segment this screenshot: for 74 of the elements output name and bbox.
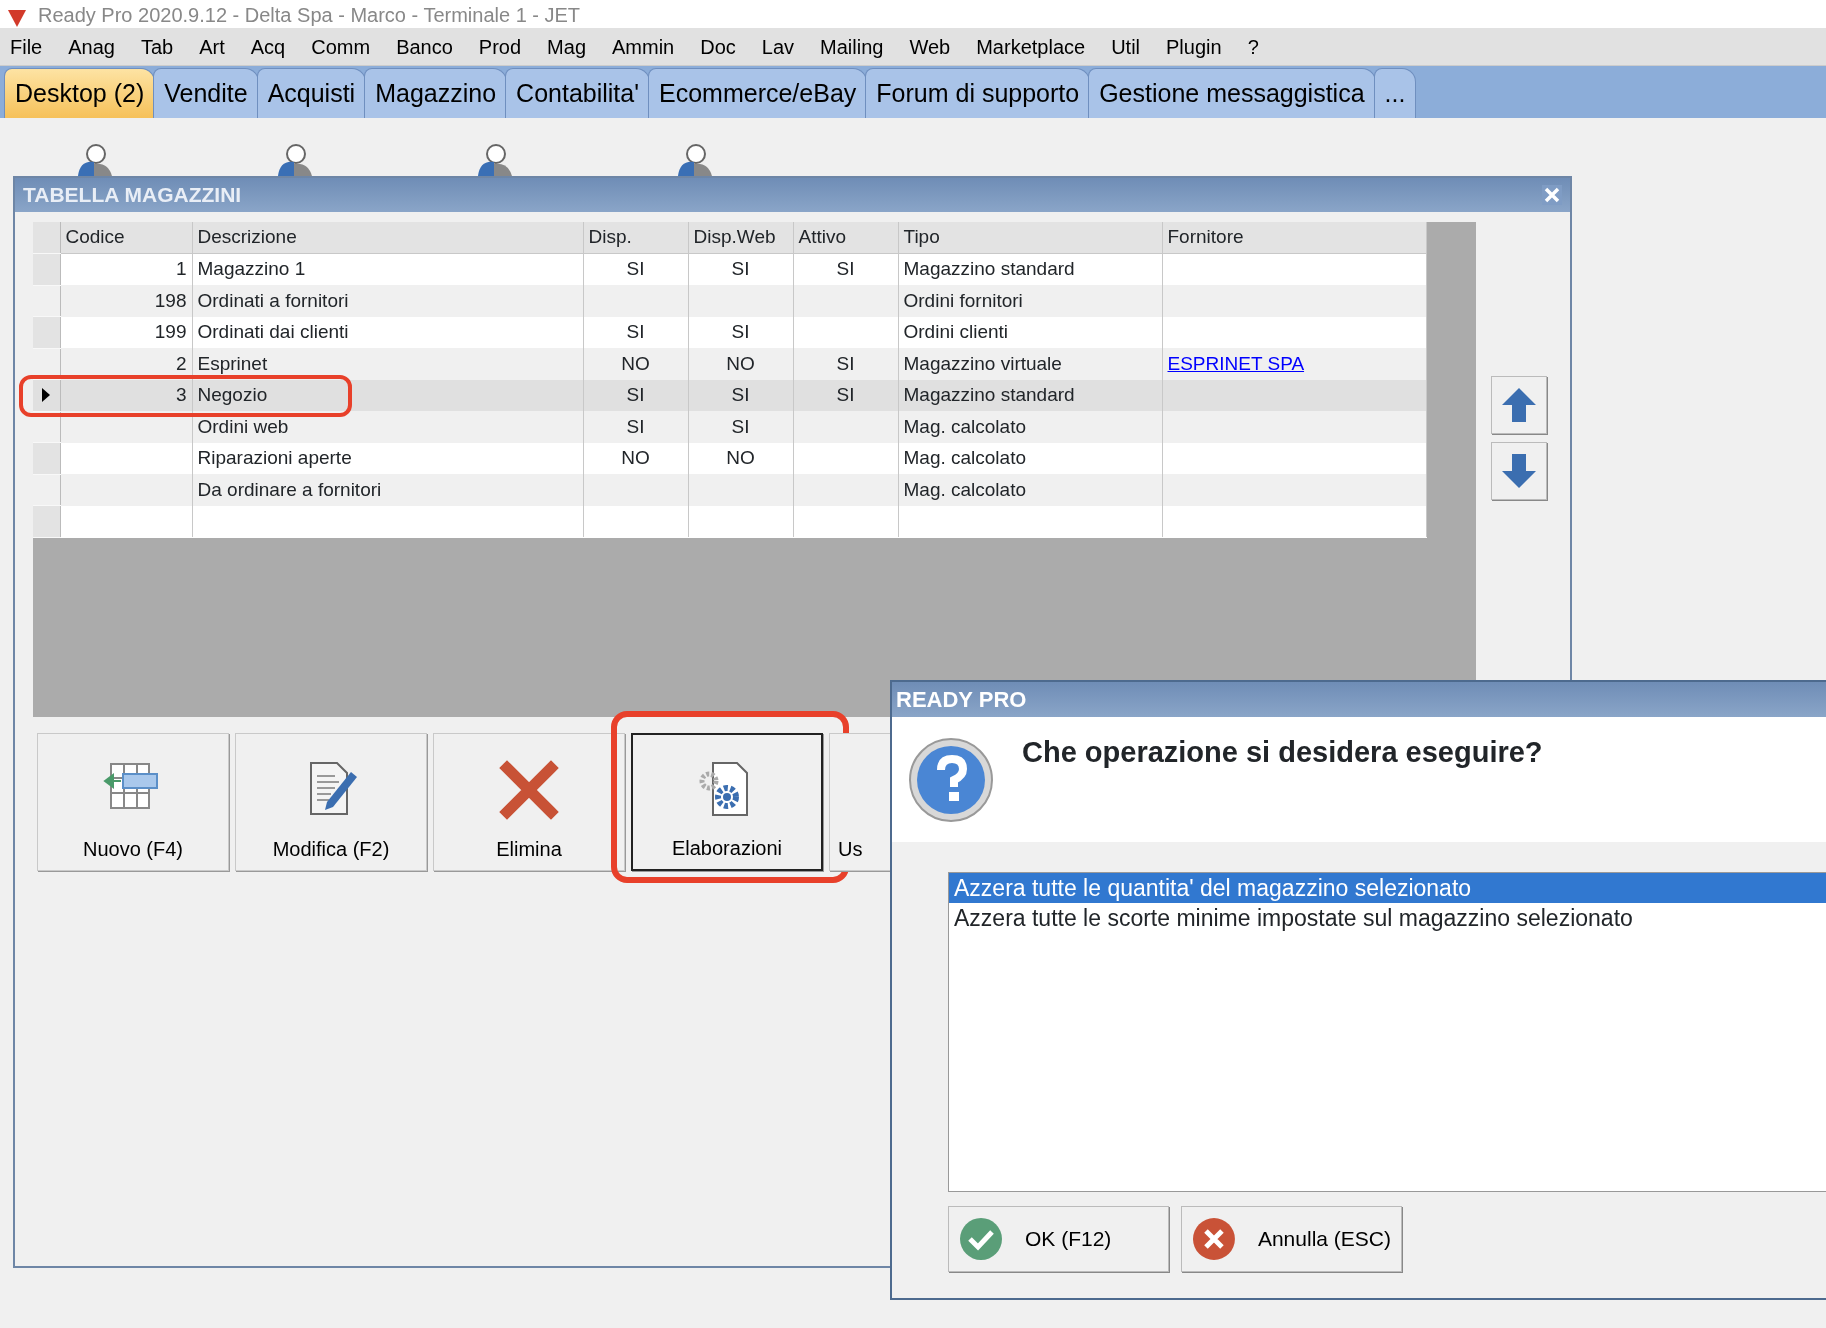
table-cell: Da ordinare a fornitori [192, 474, 583, 506]
menu-item[interactable]: Art [186, 31, 238, 62]
table-cell: Magazzino standard [898, 379, 1162, 411]
action-button[interactable]: Modifica (F2) [235, 733, 427, 871]
check-icon [959, 1217, 1003, 1261]
row-pointer-icon [41, 387, 52, 404]
move-up-button[interactable] [1491, 376, 1547, 434]
menu-item[interactable]: File [8, 31, 56, 62]
cross-icon [499, 760, 559, 820]
table-cell: SI [688, 411, 793, 443]
menu-item[interactable]: Tab [127, 31, 187, 62]
column-header[interactable]: Disp. [583, 222, 688, 254]
table-cell: Ordini fornitori [898, 285, 1162, 317]
table-cell: Mag. calcolato [898, 411, 1162, 443]
menu-item[interactable]: Mag [534, 31, 599, 62]
tab[interactable]: Magazzino [364, 67, 508, 118]
table-cell: 3 [60, 379, 192, 411]
window-title: Ready Pro 2020.9.12 - Delta Spa - Marco - Terminale 1 - JET [38, 3, 581, 28]
cancel-button[interactable]: Annulla (ESC) [1181, 1206, 1402, 1272]
action-button[interactable]: Elaborazioni [631, 733, 823, 871]
column-header[interactable]: Fornitore [1162, 222, 1426, 254]
menu-item[interactable]: Acq [237, 31, 299, 62]
table-cell: Magazzino virtuale [898, 348, 1162, 380]
column-header[interactable]: Disp.Web [688, 222, 793, 254]
table-cell: SI [793, 379, 898, 411]
table-cell: NO [688, 348, 793, 380]
table-cell: 198 [60, 285, 192, 317]
tab[interactable]: Ecommerce/eBay [648, 67, 868, 118]
menu-item[interactable]: Doc [687, 31, 749, 62]
table-cell: SI [583, 379, 688, 411]
tab[interactable]: Contabilita' [505, 67, 650, 118]
menu-item[interactable]: Mailing [807, 31, 897, 62]
question-icon [908, 737, 994, 823]
table-cell: SI [793, 348, 898, 380]
table-cell: Mag. calcolato [898, 474, 1162, 506]
table-cell: SI [688, 379, 793, 411]
column-header[interactable]: Descrizione [192, 222, 583, 254]
column-header[interactable]: Attivo [793, 222, 898, 254]
menu-item[interactable]: Lav [748, 31, 808, 62]
tab[interactable]: ... [1373, 67, 1417, 118]
panel-title: TABELLA MAGAZZINI [23, 182, 242, 209]
menu-item[interactable]: Comm [298, 31, 384, 62]
move-down-button[interactable] [1491, 442, 1547, 500]
column-header[interactable]: Tipo [898, 222, 1162, 254]
ok-button[interactable]: OK (F12) [948, 1206, 1169, 1272]
tab[interactable]: Gestione messaggistica [1088, 67, 1376, 118]
tab[interactable]: Acquisti [256, 67, 367, 118]
table-cell: Ordinati a fornitori [192, 285, 583, 317]
cancel-icon [1192, 1217, 1236, 1261]
menu-item[interactable]: Ammin [599, 31, 688, 62]
table-cell: NO [583, 348, 688, 380]
list-option[interactable]: Azzera tutte le scorte minime impostate sul magazzino selezionato [949, 903, 1826, 933]
tab[interactable]: Vendite [153, 67, 259, 118]
menu-item[interactable]: Anag [55, 31, 128, 62]
dialog-title: READY PRO [896, 686, 1027, 714]
dialog-question: Che operazione si desidera eseguire? [1022, 735, 1543, 770]
menu-item[interactable]: ? [1234, 31, 1272, 62]
menu-item[interactable]: Plugin [1153, 31, 1235, 62]
action-button[interactable]: Elimina [433, 733, 625, 871]
table-cell: Negozio [192, 379, 583, 411]
menu-item[interactable]: Banco [383, 31, 466, 62]
tab[interactable]: Forum di supporto [865, 67, 1091, 118]
table-cell: Esprinet [192, 348, 583, 380]
table-cell: Ordini web [192, 411, 583, 443]
menu-item[interactable]: Util [1098, 31, 1153, 62]
tab[interactable]: Desktop (2) [4, 67, 156, 118]
action-button[interactable]: Nuovo (F4) [37, 733, 229, 871]
menu-item[interactable]: Prod [465, 31, 535, 62]
list-option[interactable]: Azzera tutte le quantita' del magazzino selezionato [949, 873, 1826, 903]
menu-item[interactable]: Web [896, 31, 964, 62]
table-cell: SI [583, 411, 688, 443]
column-header[interactable]: Codice [60, 222, 192, 254]
close-icon[interactable] [1542, 185, 1562, 205]
menu-item[interactable]: Marketplace [963, 31, 1099, 62]
